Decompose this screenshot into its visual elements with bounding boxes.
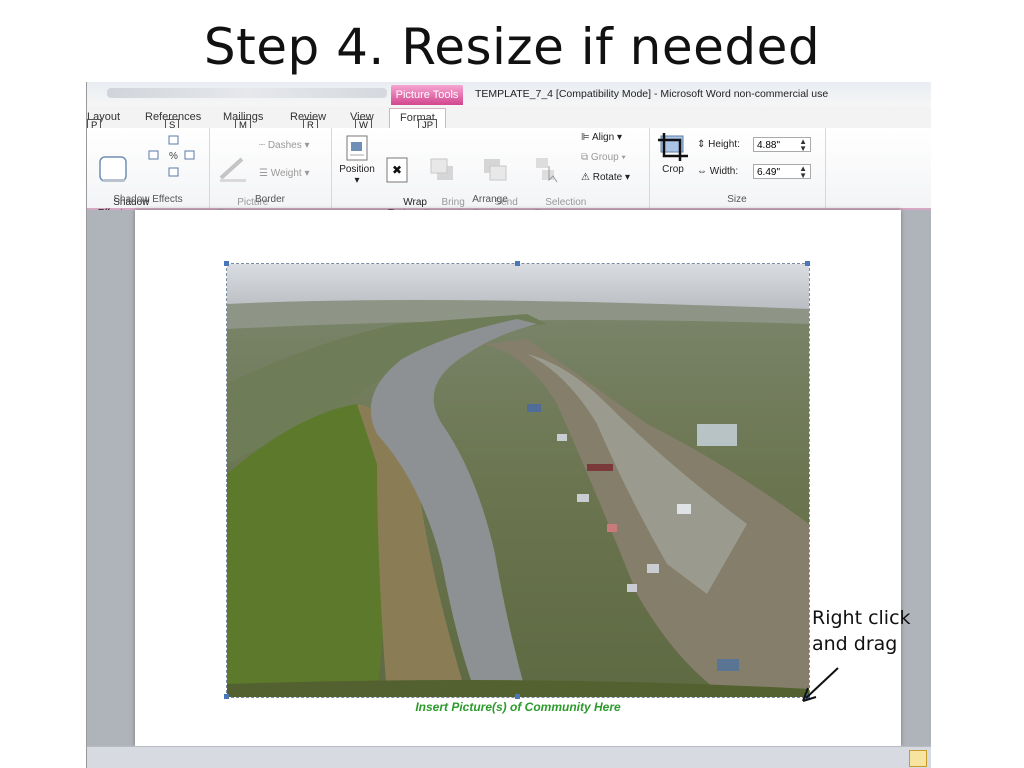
slide-title: Step 4. Resize if needed (203, 18, 821, 76)
width-field[interactable]: 6.49" ▲ ▼ (753, 164, 811, 180)
resize-handle-bottom-left[interactable] (224, 694, 229, 699)
draft-view-button[interactable] (909, 750, 927, 767)
group-label-border: Border (254, 194, 285, 205)
svg-text:✖: ✖ (392, 163, 402, 177)
resize-handle-top-right[interactable] (805, 261, 810, 266)
position-icon (346, 135, 368, 161)
wrap-text-icon: ✖ (386, 157, 408, 183)
height-value: 4.88" (757, 140, 781, 151)
group-shadow-effects: Shadow Effects % Shadow Effects (87, 128, 210, 219)
height-label: ⇕ Height: (697, 139, 740, 150)
send-backward-icon (484, 159, 507, 181)
document-title: TEMPLATE_7_4 [Compatibility Mode] - Micr… (475, 88, 829, 100)
nudge-shadow-buttons[interactable]: % (145, 134, 205, 183)
resize-handle-bottom[interactable] (515, 694, 520, 699)
height-label-text: Height: (708, 139, 740, 150)
rotate-icon: ⚠ (581, 172, 593, 183)
dashes-icon: ┈ (259, 140, 268, 151)
width-label-text: Width: (709, 166, 739, 177)
position-label: Position (339, 164, 375, 175)
width-value: 6.49" (757, 167, 781, 178)
width-label: ⇔ Width: (697, 166, 738, 177)
group-arrange: Position▾ ✖ Wrap Text Bring Forward Send… (331, 128, 650, 219)
rotate-label: Rotate (592, 172, 623, 183)
picture-caption: Insert Picture(s) of Community Here (415, 700, 621, 714)
nudge-shadow-icon: % (148, 135, 195, 177)
selection-pane-icon (536, 158, 558, 183)
status-bar (87, 746, 931, 768)
crop-button[interactable]: Crop (655, 132, 691, 175)
picture-tools-context-tab[interactable]: Picture Tools (391, 85, 463, 105)
picture-border-icon (219, 157, 246, 182)
rotate-button[interactable]: ⚠ Rotate ▾ (581, 172, 630, 183)
document-page: Insert Picture(s) of Community Here (135, 210, 901, 746)
weight-label: Weight (270, 168, 302, 179)
group-label-shadow: Shadow Effects (113, 194, 183, 205)
width-icon: ⇔ (697, 166, 710, 177)
annotation-line-1: Right click (812, 607, 911, 629)
crop-label: Crop (662, 164, 684, 175)
group-label-arrange: Arrange (472, 194, 508, 205)
group-icon: ⧉ (581, 152, 591, 163)
crop-icon (658, 133, 688, 161)
bring-forward-icon (430, 158, 453, 180)
height-field[interactable]: 4.88" ▲ ▼ (753, 137, 811, 153)
drag-arrow-icon (802, 667, 839, 702)
align-icon: ⊫ (581, 132, 592, 143)
group-label: Group (590, 152, 619, 163)
selected-picture[interactable] (226, 263, 810, 698)
dashes-label: Dashes (267, 140, 302, 151)
annotation-text: Right click and drag (812, 605, 911, 657)
width-spinner-icon[interactable]: ▲ ▼ (799, 165, 807, 180)
ribbon: Shadow Effects % Shadow Effects Picture … (87, 128, 931, 219)
title-bar: Picture Tools TEMPLATE_7_4 [Compatibilit… (87, 82, 931, 106)
annotation-line-2: and drag (812, 633, 898, 655)
shadow-effects-icon (99, 156, 127, 182)
blurred-title-text (107, 88, 387, 98)
position-dropdown-icon: ▾ (354, 175, 360, 186)
svg-text:%: % (169, 151, 178, 162)
position-button[interactable]: Position ▾ (335, 134, 379, 186)
weight-icon: ☰ (259, 168, 271, 179)
align-label: Align (591, 132, 615, 143)
group-border: Picture Border ┈ Dashes ▾ ☰ Weight ▾ Bor… (209, 128, 332, 219)
weight-button[interactable]: ☰ Weight ▾ (259, 168, 310, 179)
align-button[interactable]: ⊫ Align ▾ (581, 132, 622, 143)
ribbon-tabs: Layout References Mailings Review View F… (87, 106, 931, 133)
dashes-button[interactable]: ┈ Dashes ▾ (259, 140, 310, 151)
height-spinner-icon[interactable]: ▲ ▼ (799, 138, 807, 153)
aerial-village-photo (227, 264, 809, 697)
resize-handle-top[interactable] (515, 261, 520, 266)
group-size: Crop ⇕ Height: 4.88" ▲ ▼ ⇔ Width: 6.49" ▲ ▼ … (649, 128, 826, 208)
height-icon: ⇕ (697, 139, 709, 150)
group-button[interactable]: ⧉ Group ▾ (581, 152, 626, 163)
group-label-size: Size (727, 194, 747, 205)
resize-handle-top-left[interactable] (224, 261, 229, 266)
